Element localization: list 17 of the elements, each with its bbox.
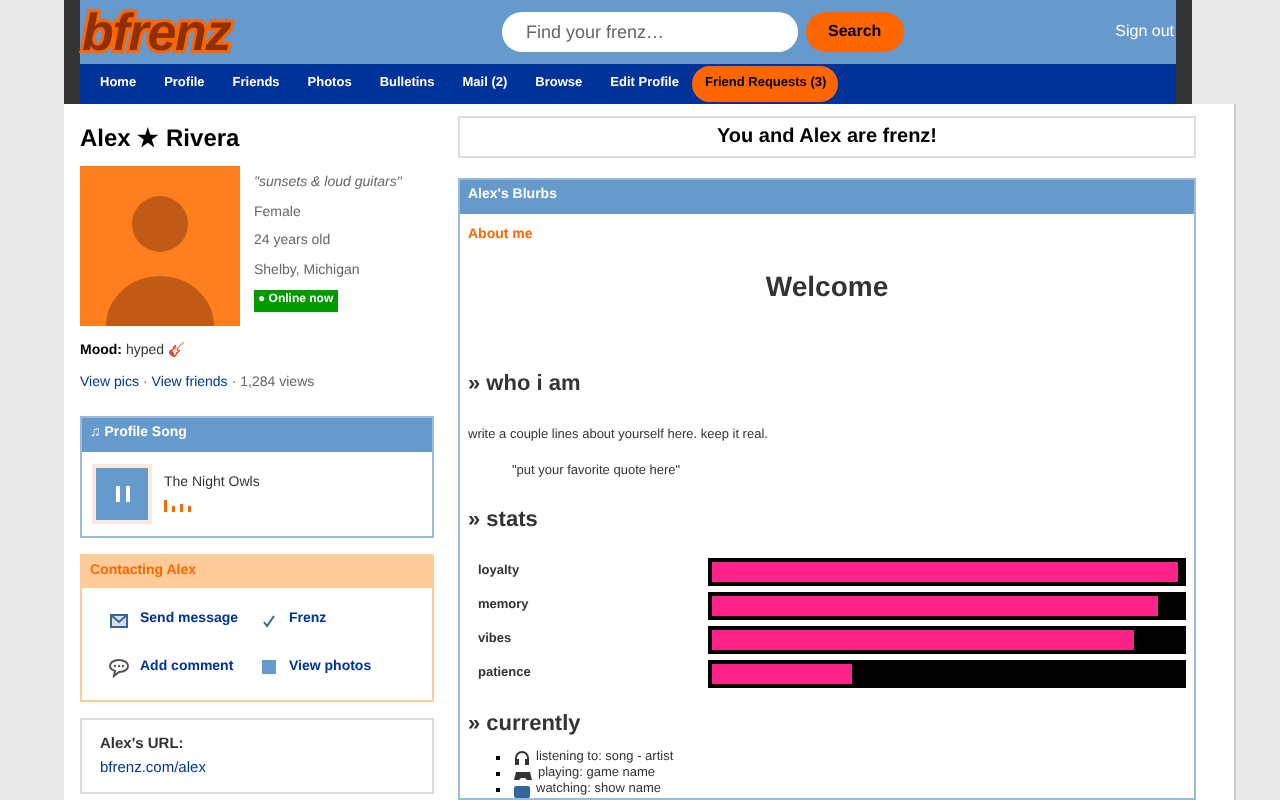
welcome-heading: Welcome: [763, 268, 891, 306]
gamepad-icon: [514, 767, 532, 781]
search-button[interactable]: Search: [806, 12, 904, 52]
frenz-banner: You and Alex are frenz!: [458, 116, 1196, 158]
section-heading: » currently: [468, 709, 583, 739]
profile-name: Alex ★ Rivera: [80, 122, 242, 156]
search-field[interactable]: Find your frenz…: [502, 12, 798, 52]
square-icon: [261, 660, 275, 675]
pause-button[interactable]: [96, 467, 148, 519]
headphones-icon: [514, 750, 530, 766]
envelope-icon: [110, 613, 128, 628]
tv-icon: [514, 783, 530, 797]
equalizer-icon: [164, 500, 194, 513]
section-heading: » stats: [468, 506, 540, 536]
checkmark-icon: [261, 613, 275, 628]
speech-bubble-icon: [108, 657, 130, 678]
section-heading: » who i am: [468, 370, 583, 400]
